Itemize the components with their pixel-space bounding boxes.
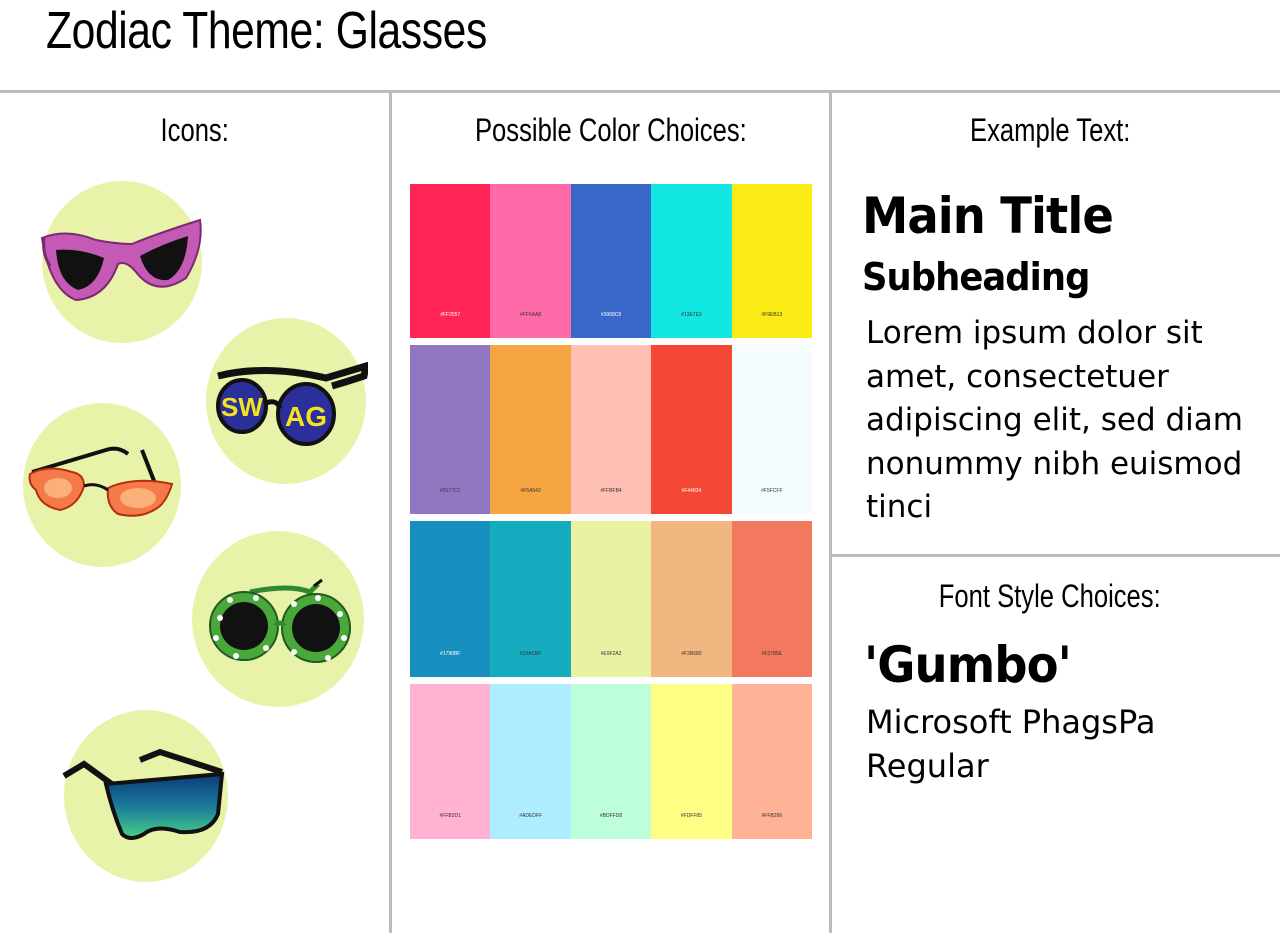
color-swatch: #15ACBF — [490, 521, 571, 677]
color-swatch: #FF2557 — [410, 184, 491, 338]
color-swatch: #BDFFD8 — [570, 684, 652, 839]
palette-row-3: #1790BF #15ACBF #E9F2A2 #F2B680 #F2785E — [410, 521, 813, 677]
title-divider — [0, 90, 1280, 93]
color-swatch-hex-label: #F5FCFF — [761, 488, 783, 494]
palette-row-2: #9177C1 #F5A542 #FFBFB4 #F44834 #F5FCFF — [410, 345, 813, 514]
color-swatch: #1790BF — [410, 521, 491, 677]
swag-sunglasses-icon: SW AG — [206, 318, 368, 484]
colors-heading: Possible Color Choices: — [392, 110, 829, 150]
color-swatch: #FFBFB4 — [570, 345, 652, 514]
column-divider-right — [829, 92, 832, 933]
swag-lens-left-text: SW — [221, 392, 263, 422]
colors-heading-text: Possible Color Choices: — [474, 112, 747, 148]
fonts-heading: Font Style Choices: — [832, 576, 1268, 616]
color-swatch-hex-label: #FF2557 — [440, 312, 461, 318]
shield-sunglasses-icon — [62, 710, 228, 882]
color-swatch-hex-label: #BDFFD8 — [599, 813, 623, 819]
color-swatch: #F5A542 — [490, 345, 571, 514]
color-swatch: #E9F2A2 — [570, 521, 652, 677]
color-swatch: #13E7E3 — [651, 184, 732, 338]
color-swatch: #F2B680 — [651, 521, 732, 677]
icons-heading: Icons: — [0, 110, 390, 150]
color-swatch-hex-label: #ADEDFF — [519, 813, 542, 819]
example-heading: Example Text: — [832, 110, 1268, 150]
example-subheading: Subheading — [862, 255, 1090, 299]
flame-glasses-icon — [23, 403, 181, 567]
color-swatch-hex-label: #FDFF85 — [680, 813, 702, 819]
palette-row-4: #FFB2D1 #ADEDFF #BDFFD8 #FDFF85 #FFB296 — [410, 684, 813, 839]
example-body-text: Lorem ipsum dolor sit amet, consectetuer… — [866, 315, 1243, 525]
color-swatch: #3968C8 — [570, 184, 652, 338]
example-main-title: Main Title — [862, 187, 1114, 245]
heading-font-name: 'Gumbo' — [864, 636, 1072, 694]
color-swatch-hex-label: #FFBFB4 — [600, 488, 622, 494]
color-swatch-hex-label: #FF6AA8 — [520, 312, 542, 318]
page-title: Zodiac Theme: Glasses — [46, 2, 487, 60]
color-swatch: #FFB2D1 — [410, 684, 491, 839]
color-swatch-hex-label: #9177C1 — [440, 488, 461, 494]
color-swatch: #FF6AA8 — [490, 184, 571, 338]
color-swatch-hex-label: #FFB296 — [761, 813, 783, 819]
cat-eye-glasses-icon — [40, 181, 202, 343]
color-swatch-hex-label: #F2B680 — [681, 651, 702, 657]
palette-row-1: #FF2557 #FF6AA8 #3968C8 #13E7E3 #F9EB13 — [410, 184, 813, 338]
color-swatch: #F2785E — [731, 521, 813, 677]
color-swatch-hex-label: #15ACBF — [519, 651, 542, 657]
color-swatch-hex-label: #E9F2A2 — [600, 651, 622, 657]
flower-sunglasses-icon — [192, 531, 364, 707]
color-swatch-hex-label: #F5A542 — [520, 488, 541, 494]
color-swatch: #F44834 — [651, 345, 732, 514]
example-divider — [831, 554, 1280, 557]
column-divider-left — [389, 92, 392, 933]
color-swatch: #F5FCFF — [731, 345, 813, 514]
color-swatch: #9177C1 — [410, 345, 491, 514]
example-heading-text: Example Text: — [969, 112, 1131, 148]
swag-lens-right-text: AG — [285, 401, 327, 432]
color-swatch-hex-label: #13E7E3 — [681, 312, 702, 318]
color-swatch-hex-label: #1790BF — [440, 651, 461, 657]
body-font-name: Microsoft PhagsPa Regular — [866, 703, 1156, 785]
color-swatch: #F9EB13 — [731, 184, 813, 338]
color-swatch-hex-label: #F2785E — [761, 651, 782, 657]
color-swatch-hex-label: #F44834 — [681, 488, 702, 494]
color-swatch-hex-label: #FFB2D1 — [439, 813, 461, 819]
color-swatch-hex-label: #3968C8 — [600, 312, 622, 318]
color-swatch: #ADEDFF — [490, 684, 571, 839]
icons-heading-text: Icons: — [160, 112, 230, 148]
color-swatch: #FFB296 — [731, 684, 813, 839]
fonts-heading-text: Font Style Choices: — [939, 578, 1161, 614]
color-swatch-hex-label: #F9EB13 — [761, 312, 783, 318]
color-swatch: #FDFF85 — [651, 684, 732, 839]
